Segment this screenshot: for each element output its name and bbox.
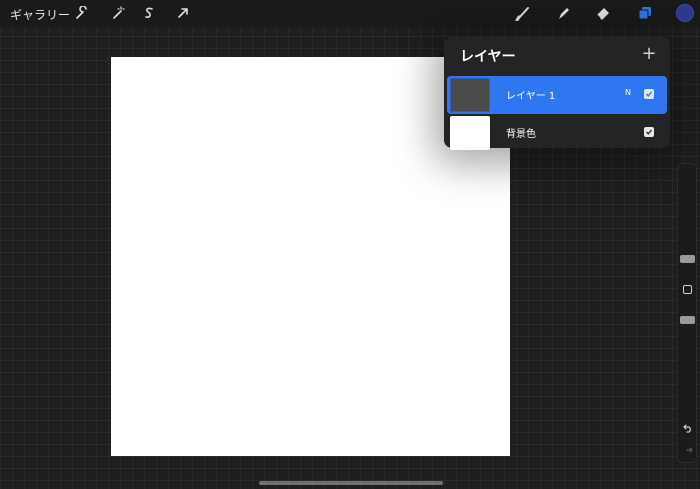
modify-button[interactable]	[683, 285, 692, 294]
layer-name: 背景色	[506, 129, 536, 140]
brush-size-slider[interactable]	[680, 255, 695, 263]
layers-panel-title: レイヤー	[460, 49, 516, 65]
layer-blend-mode[interactable]: N	[625, 88, 631, 97]
check-icon	[646, 129, 653, 135]
layer-row-background[interactable]: 背景色	[447, 114, 667, 152]
transform-arrow-icon[interactable]	[173, 3, 193, 23]
adjustments-magic-wand-icon[interactable]	[108, 3, 128, 23]
layer-row-1[interactable]: レイヤー 1 N	[447, 76, 667, 114]
actions-wrench-icon[interactable]	[72, 3, 92, 23]
selection-s-icon[interactable]	[139, 3, 159, 23]
background-visibility-checkbox[interactable]	[644, 127, 654, 137]
check-icon	[646, 91, 653, 97]
eraser-icon[interactable]	[593, 3, 613, 23]
color-picker-swatch[interactable]	[676, 4, 694, 22]
layers-panel: レイヤー + レイヤー 1 N 背景色	[444, 37, 670, 150]
top-toolbar: ギャラリー	[0, 0, 700, 27]
smudge-finger-icon[interactable]	[553, 3, 573, 23]
layers-icon[interactable]	[635, 3, 655, 23]
side-toolbar	[677, 163, 697, 463]
add-layer-button[interactable]: +	[640, 45, 658, 63]
undo-icon[interactable]	[680, 421, 696, 435]
layer-visibility-checkbox[interactable]	[644, 89, 654, 99]
home-indicator	[259, 481, 443, 485]
redo-icon[interactable]	[680, 444, 696, 458]
layer-name: レイヤー 1	[506, 91, 556, 102]
opacity-slider[interactable]	[680, 316, 695, 324]
layer-thumbnail	[450, 78, 490, 112]
gallery-button[interactable]: ギャラリー	[10, 6, 70, 23]
paint-brush-icon[interactable]	[513, 3, 533, 23]
background-color-thumbnail	[450, 116, 490, 150]
